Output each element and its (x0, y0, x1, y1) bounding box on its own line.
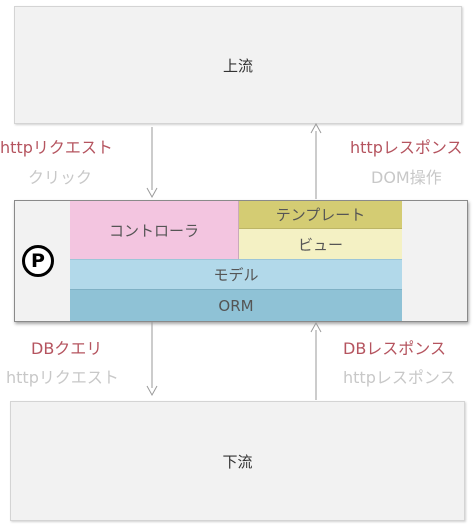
p-logo-icon: P (22, 245, 54, 277)
framework-block: P コントローラ テンプレート ビュー モデル ORM (14, 200, 468, 322)
downstream-node: 下流 (10, 401, 465, 521)
edge-label-http-request: httpリクエスト (0, 138, 113, 157)
upstream-label: 上流 (222, 56, 253, 75)
edge-label-http-response: httpレスポンス (350, 138, 463, 157)
arrow-bottom-down (146, 322, 158, 397)
arrow-top-down (146, 127, 158, 199)
p-logo-letter: P (31, 250, 45, 272)
controller-layer: コントローラ (70, 201, 239, 259)
edge-label-db-query: DBクエリ (31, 339, 103, 358)
edge-sublabel-dom-operation: DOM操作 (371, 168, 442, 187)
controller-label: コントローラ (108, 221, 199, 240)
edge-sublabel-click: クリック (28, 168, 93, 187)
template-label: テンプレート (275, 206, 366, 224)
arrow-top-up (310, 122, 322, 199)
model-label: モデル (213, 266, 259, 284)
view-layer: ビュー (239, 229, 402, 259)
arrow-bottom-up (310, 321, 322, 400)
template-layer: テンプレート (239, 201, 402, 229)
downstream-label: 下流 (222, 452, 253, 471)
edge-sublabel-http-request: httpリクエスト (6, 368, 119, 387)
model-layer: モデル (70, 259, 402, 289)
view-label: ビュー (297, 235, 343, 254)
orm-label: ORM (218, 296, 254, 315)
edge-sublabel-http-response: httpレスポンス (343, 368, 456, 387)
orm-layer: ORM (70, 289, 402, 321)
upstream-node: 上流 (14, 6, 462, 124)
edge-label-db-response: DBレスポンス (343, 339, 446, 358)
